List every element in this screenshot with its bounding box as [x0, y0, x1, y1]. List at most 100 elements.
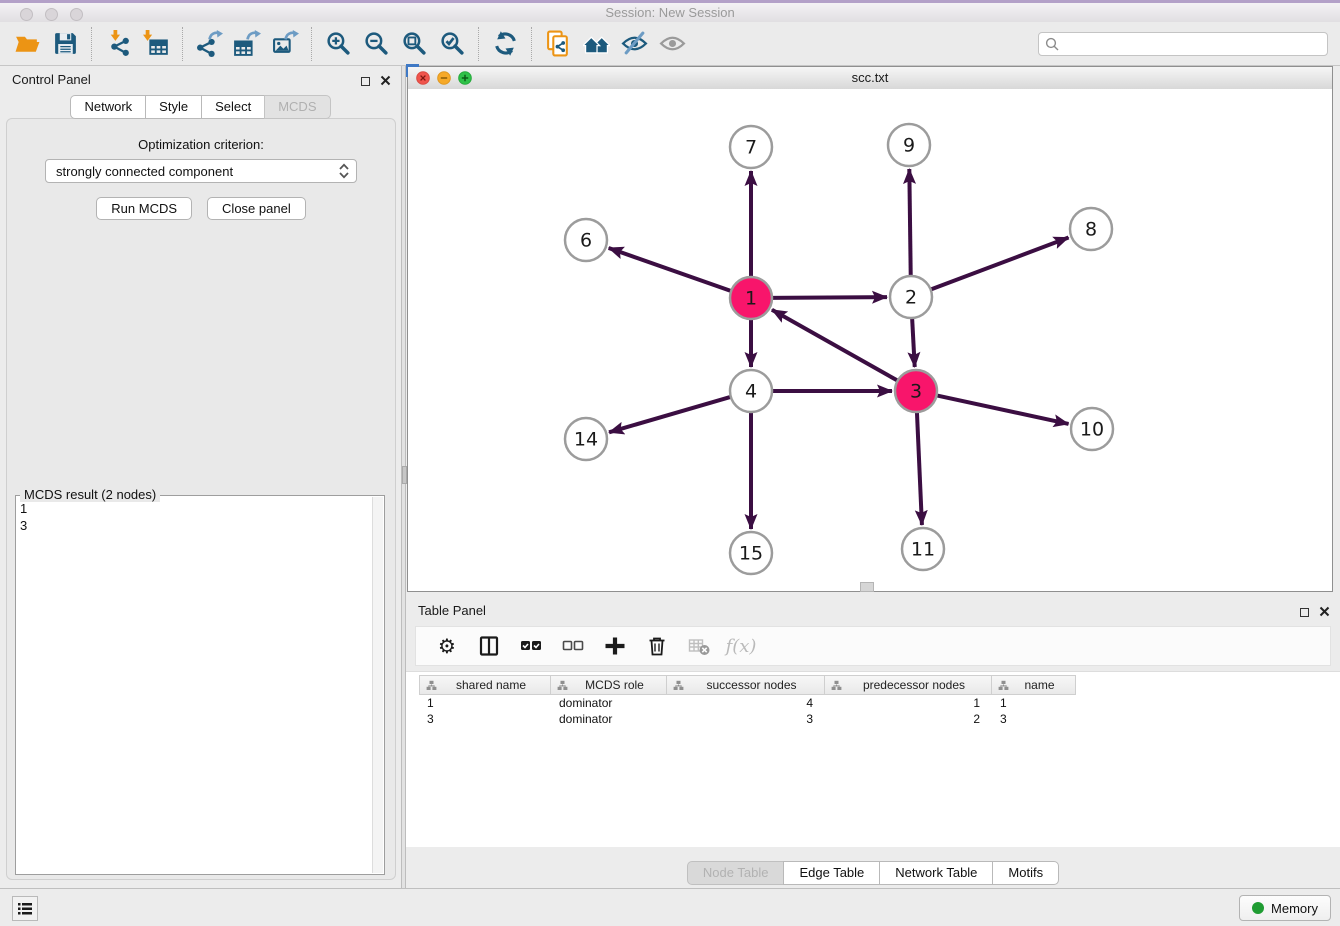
search-input[interactable]: [1063, 36, 1327, 53]
first-neighbors-button[interactable]: [577, 25, 615, 63]
close-panel-button[interactable]: Close panel: [207, 197, 306, 220]
cell-shared-name[interactable]: 1: [419, 696, 551, 710]
tab-network[interactable]: Network: [70, 95, 146, 119]
close-icon: [1319, 606, 1330, 617]
mcds-result-text[interactable]: 1 3: [20, 500, 370, 872]
graph-edge-4-14[interactable]: [609, 397, 732, 433]
graph-node-label-1: 1: [745, 288, 757, 310]
graph-edge-2-3[interactable]: [912, 317, 915, 367]
column-header-MCDS-role[interactable]: MCDS role: [551, 675, 667, 695]
import-table-button[interactable]: [137, 25, 175, 63]
toolbar-separator: [531, 27, 532, 61]
export-image-button[interactable]: [266, 25, 304, 63]
graph-node-label-11: 11: [911, 539, 935, 561]
criterion-dropdown-value: strongly connected component: [56, 164, 338, 179]
criterion-dropdown[interactable]: strongly connected component: [45, 159, 357, 183]
export-image-icon: [272, 30, 299, 57]
table-rows: 1dominator4113dominator323: [419, 695, 1340, 727]
zoom-selected-icon: [439, 30, 466, 57]
select-all-columns-button[interactable]: [518, 633, 544, 659]
graph-edge-3-11[interactable]: [917, 411, 922, 525]
refresh-view-icon: [492, 30, 519, 57]
column-header-name[interactable]: name: [992, 675, 1076, 695]
column-header-shared-name[interactable]: shared name: [419, 675, 551, 695]
import-network-button[interactable]: [99, 25, 137, 63]
export-table-button[interactable]: [228, 25, 266, 63]
cell-name[interactable]: 3: [992, 712, 1076, 726]
tab-style[interactable]: Style: [145, 95, 202, 119]
column-header-predecessor-nodes[interactable]: predecessor nodes: [825, 675, 992, 695]
cell-predecessor-nodes[interactable]: 1: [825, 696, 992, 710]
function-builder-icon: f(x): [726, 636, 757, 657]
cell-successor-nodes[interactable]: 3: [667, 712, 825, 726]
cell-predecessor-nodes[interactable]: 2: [825, 712, 992, 726]
tab-edge-table[interactable]: Edge Table: [783, 861, 880, 885]
zoom-fit-button[interactable]: [395, 25, 433, 63]
table-panel-float-button[interactable]: [1300, 604, 1309, 622]
application-window: Session: New Session Control Panel Netwo…: [0, 0, 1340, 926]
column-header-successor-nodes[interactable]: successor nodes: [667, 675, 825, 695]
cell-shared-name[interactable]: 3: [419, 712, 551, 726]
zoom-in-button[interactable]: [319, 25, 357, 63]
column-label: name: [1012, 678, 1054, 692]
node-table: shared nameMCDS role successor nodes prede…: [406, 671, 1340, 847]
zoom-out-button[interactable]: [357, 25, 395, 63]
table-splitter-grip[interactable]: [860, 582, 874, 592]
add-column-button[interactable]: [602, 633, 628, 659]
new-network-from-selection-button[interactable]: [539, 25, 577, 63]
network-window-titlebar: scc.txt: [408, 67, 1332, 90]
table-row[interactable]: 3dominator323: [419, 711, 1340, 727]
table-row[interactable]: 1dominator411: [419, 695, 1340, 711]
table-panel-close-button[interactable]: [1319, 604, 1330, 622]
cell-MCDS-role[interactable]: dominator: [551, 696, 667, 710]
export-network-button[interactable]: [190, 25, 228, 63]
column-label: successor nodes: [694, 678, 796, 692]
graph-edge-1-6[interactable]: [609, 248, 732, 291]
graph-edge-2-8[interactable]: [930, 237, 1069, 289]
network-view-window: scc.txt 1234678910111415: [407, 66, 1333, 592]
show-all-icon: [659, 30, 686, 57]
graph-edge-1-2[interactable]: [771, 297, 887, 298]
cell-MCDS-role[interactable]: dominator: [551, 712, 667, 726]
mcds-result-box: MCDS result (2 nodes) 1 3: [15, 495, 385, 875]
delete-columns-button[interactable]: [644, 633, 670, 659]
graph-edge-3-1[interactable]: [772, 310, 899, 381]
tab-motifs[interactable]: Motifs: [992, 861, 1059, 885]
control-panel-tabs: NetworkStyleSelectMCDS: [0, 95, 401, 119]
table-panel-title: Table Panel: [418, 603, 486, 618]
search-box[interactable]: [1038, 32, 1328, 56]
cell-successor-nodes[interactable]: 4: [667, 696, 825, 710]
network-window-title: scc.txt: [408, 70, 1332, 85]
column-sort-icon: [998, 680, 1009, 691]
open-session-button[interactable]: [8, 25, 46, 63]
toggle-columns-button[interactable]: [476, 633, 502, 659]
memory-button[interactable]: Memory: [1239, 895, 1331, 921]
show-all-button[interactable]: [653, 25, 691, 63]
column-sort-icon: [426, 680, 437, 691]
tab-node-table[interactable]: Node Table: [687, 861, 785, 885]
search-icon: [1045, 37, 1059, 51]
deselect-all-columns-button[interactable]: [560, 633, 586, 659]
control-panel-close-button[interactable]: [380, 73, 391, 91]
zoom-selected-button[interactable]: [433, 25, 471, 63]
tab-select[interactable]: Select: [201, 95, 265, 119]
run-mcds-button[interactable]: Run MCDS: [96, 197, 192, 220]
graph-edge-2-9[interactable]: [909, 169, 910, 277]
tab-network-table[interactable]: Network Table: [879, 861, 993, 885]
save-session-button[interactable]: [46, 25, 84, 63]
column-sort-icon: [831, 680, 842, 691]
cell-name[interactable]: 1: [992, 696, 1076, 710]
main-toolbar-icons: [8, 25, 691, 63]
tab-mcds[interactable]: MCDS: [264, 95, 330, 119]
task-history-button[interactable]: [12, 896, 38, 921]
control-panel: Control Panel NetworkStyleSelectMCDS Opt…: [0, 66, 401, 888]
close-icon: [380, 75, 391, 86]
settings-button[interactable]: ⚙: [434, 633, 460, 659]
control-panel-float-button[interactable]: [361, 73, 370, 91]
graph-edge-3-10[interactable]: [936, 395, 1069, 424]
delete-table-button: [686, 633, 712, 659]
network-canvas[interactable]: 1234678910111415: [408, 89, 1332, 591]
hide-selected-button[interactable]: [615, 25, 653, 63]
refresh-view-button[interactable]: [486, 25, 524, 63]
mcds-result-scrollbar[interactable]: [372, 497, 383, 873]
